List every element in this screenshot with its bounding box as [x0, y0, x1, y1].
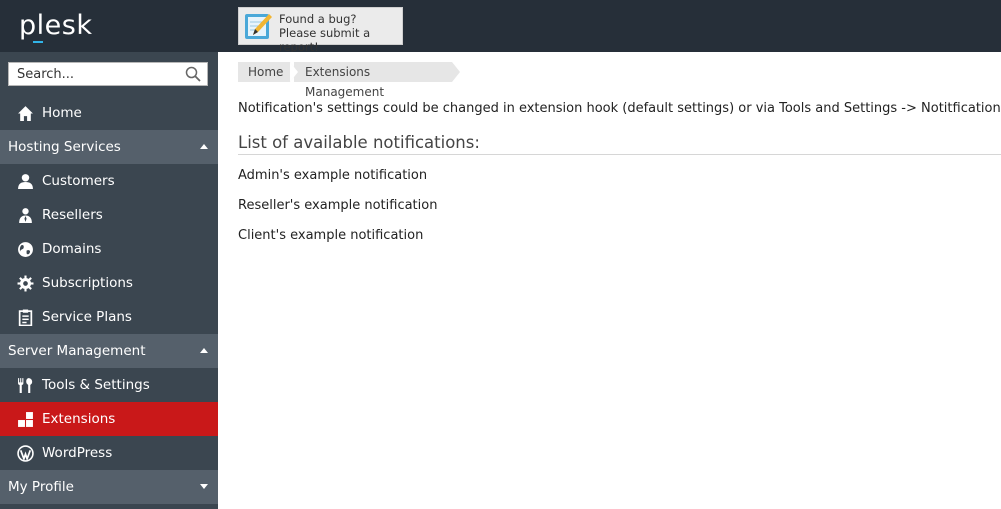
sidebar: Home Hosting Services Customers Reseller…: [0, 52, 218, 509]
notification-item-admin: Admin's example notification: [238, 168, 428, 183]
info-text: Notification's settings could be changed…: [238, 101, 1001, 116]
sidebar-item-customers[interactable]: Customers: [0, 164, 218, 198]
main-content: Home Extensions Management Notification'…: [218, 52, 1001, 509]
sidebar-item-label: Home: [42, 105, 82, 121]
sidebar-item-label: Tools & Settings: [42, 377, 150, 393]
sidebar-item-label: Extensions: [42, 411, 116, 427]
sidebar-item-tools-settings[interactable]: Tools & Settings: [0, 368, 218, 402]
top-bar: plesk Found a bug? Please submit a repor…: [0, 0, 1001, 54]
list-title: List of available notifications:: [238, 133, 480, 152]
sidebar-item-resellers[interactable]: Resellers: [0, 198, 218, 232]
sidebar-item-subscriptions[interactable]: Subscriptions: [0, 266, 218, 300]
expand-caret-icon: [200, 484, 208, 489]
reseller-icon: [19, 208, 32, 223]
sidebar-item-service-plans[interactable]: Service Plans: [0, 300, 218, 334]
sidebar-item-label: Resellers: [42, 207, 103, 223]
sidebar-item-label: Subscriptions: [42, 275, 133, 291]
search-icon[interactable]: [185, 66, 201, 82]
notepad-pencil-icon: [245, 14, 272, 39]
search-box: [8, 62, 208, 86]
section-hosting-services[interactable]: Hosting Services: [0, 130, 218, 164]
globe-icon: [18, 242, 33, 257]
tools-icon: [18, 378, 33, 393]
bug-report-text: Found a bug? Please submit a report!: [279, 12, 402, 54]
search-input[interactable]: [9, 63, 179, 85]
section-my-profile[interactable]: My Profile: [0, 470, 218, 504]
sidebar-item-label: WordPress: [42, 445, 113, 461]
notification-item-reseller: Reseller's example notification: [238, 198, 438, 213]
sidebar-item-domains[interactable]: Domains: [0, 232, 218, 266]
section-label: Hosting Services: [8, 139, 121, 155]
home-icon: [18, 106, 33, 121]
bug-report-line1: Found a bug?: [279, 12, 357, 26]
bug-report-button[interactable]: Found a bug? Please submit a report!: [238, 7, 403, 54]
bug-report-line2: Please submit a report!: [279, 26, 371, 54]
wordpress-icon: [17, 445, 34, 462]
sidebar-item-label: Service Plans: [42, 309, 132, 325]
user-icon: [18, 174, 33, 189]
gear-icon: [17, 275, 34, 292]
collapse-caret-icon: [200, 144, 208, 149]
plesk-logo[interactable]: plesk: [19, 10, 92, 41]
breadcrumb-separator: [290, 62, 298, 82]
sidebar-item-wordpress[interactable]: WordPress: [0, 436, 218, 470]
section-label: Server Management: [8, 343, 146, 359]
section-label: My Profile: [8, 479, 74, 495]
divider: [238, 154, 1001, 155]
logo-accent: [33, 41, 43, 43]
breadcrumb-home[interactable]: Home: [238, 62, 298, 82]
extensions-icon: [18, 412, 33, 427]
section-server-management[interactable]: Server Management: [0, 334, 218, 368]
sidebar-item-label: Customers: [42, 173, 115, 189]
sidebar-item-home[interactable]: Home: [0, 96, 218, 130]
sidebar-item-extensions[interactable]: Extensions: [0, 402, 218, 436]
notification-item-client: Client's example notification: [238, 228, 424, 243]
collapse-caret-icon: [200, 348, 208, 353]
clipboard-icon: [18, 309, 33, 326]
sidebar-item-label: Domains: [42, 241, 102, 257]
breadcrumb-extensions-management[interactable]: Extensions Management: [294, 62, 460, 99]
